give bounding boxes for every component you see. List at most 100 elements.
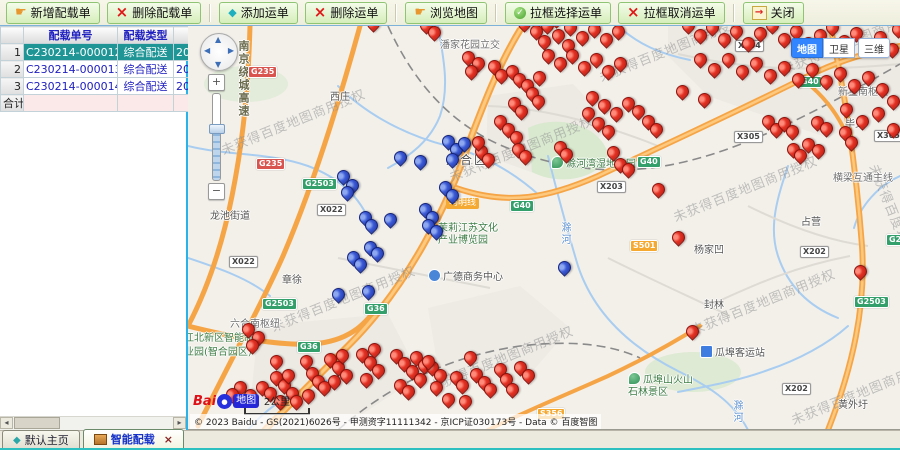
- tab-close-icon[interactable]: ×: [164, 434, 173, 445]
- load-sheet-no-cell[interactable]: C230214-000012: [24, 44, 118, 61]
- marker-blue[interactable]: [555, 258, 573, 276]
- row-number-cell: 2: [1, 61, 24, 78]
- scrollbar-thumb[interactable]: [14, 417, 60, 429]
- toolbar-separator: [733, 4, 735, 22]
- diamond-icon: [13, 433, 21, 446]
- load-sheet-no-cell[interactable]: C230214-000014: [24, 78, 118, 95]
- marker-blue[interactable]: [411, 152, 429, 170]
- toolbar-button-label: 新增配载单: [31, 4, 91, 21]
- zoom-in-button[interactable]: +: [208, 74, 225, 91]
- zoom-track[interactable]: [212, 93, 221, 181]
- marker-red[interactable]: [719, 50, 737, 68]
- load-type-cell[interactable]: 综合配送: [118, 78, 174, 95]
- marker-red[interactable]: [691, 50, 709, 68]
- tab-label: 智能配载: [111, 431, 155, 447]
- toolbar: 新增配载单删除配载单 添加运单删除运单 浏览地图 拉框选择运单拉框取消运单关闭: [0, 0, 900, 26]
- pan-up-icon[interactable]: ▲: [215, 35, 221, 44]
- marker-red[interactable]: [733, 62, 751, 80]
- marker-blue[interactable]: [329, 285, 347, 303]
- marker-red[interactable]: [705, 60, 723, 78]
- hand-icon: [414, 6, 426, 19]
- toolbar-button-delete-waybill[interactable]: 删除运单: [305, 2, 388, 24]
- toolbar-button-delete-load-sheet[interactable]: 删除配载单: [107, 2, 202, 24]
- marker-red[interactable]: [889, 26, 900, 39]
- marker-red[interactable]: [461, 348, 479, 366]
- add-waybill-icon: [228, 6, 236, 19]
- toolbar-button-box-unselect-waybill[interactable]: 拉框取消运单: [618, 2, 725, 24]
- map-scale: 2公里: [244, 393, 310, 415]
- scroll-right-icon[interactable]: ▸: [173, 417, 186, 429]
- table-row[interactable]: 2C230214-000013综合配送202: [1, 61, 200, 78]
- delete-icon: [116, 7, 129, 19]
- zoom-slider-handle[interactable]: [209, 124, 225, 134]
- table-row[interactable]: 3C230214-000014综合配送202: [1, 78, 200, 95]
- select-check-icon: [514, 7, 526, 19]
- marker-blue[interactable]: [359, 282, 377, 300]
- toolbar-button-add-load-sheet[interactable]: 新增配载单: [6, 2, 100, 24]
- marker-red[interactable]: [851, 262, 869, 280]
- marker-red[interactable]: [456, 392, 474, 410]
- toolbar-separator: [495, 4, 497, 22]
- toolbar-button-box-select-waybill[interactable]: 拉框选择运单: [505, 2, 611, 24]
- marker-red[interactable]: [775, 58, 793, 76]
- toolbar-button-add-waybill[interactable]: 添加运单: [219, 2, 297, 24]
- panel-horizontal-scrollbar[interactable]: ◂ ▸: [0, 416, 186, 430]
- map-copyright: © 2023 Baidu - GS(2021)6026号 - 甲测资字11111…: [190, 414, 601, 429]
- toolbar-button-close[interactable]: 关闭: [743, 2, 804, 24]
- footer-cell: [24, 95, 118, 112]
- marker-red[interactable]: [803, 60, 821, 78]
- map-canvas[interactable]: 未获得百度地图商用授权未获得百度地图商用授权未获得百度地图商用授权未获得百度地图…: [188, 26, 900, 430]
- marker-red[interactable]: [837, 100, 855, 118]
- map-zoom-slider[interactable]: + −: [208, 74, 225, 200]
- app-window: 新增配载单删除配载单 添加运单删除运单 浏览地图 拉框选择运单拉框取消运单关闭 配载单…: [0, 0, 900, 450]
- pan-right-icon[interactable]: ▶: [228, 46, 234, 55]
- column-header[interactable]: 配载单号: [24, 27, 118, 44]
- scroll-left-icon[interactable]: ◂: [0, 417, 13, 429]
- marker-red[interactable]: [683, 322, 701, 340]
- toolbar-button-browse-map[interactable]: 浏览地图: [405, 2, 487, 24]
- marker-red[interactable]: [884, 92, 900, 110]
- marker-red[interactable]: [884, 120, 900, 138]
- marker-red[interactable]: [364, 26, 382, 33]
- marker-red[interactable]: [859, 68, 877, 86]
- pan-down-icon[interactable]: ▼: [215, 60, 221, 69]
- table-row[interactable]: 1C230214-000012综合配送202: [1, 44, 200, 61]
- tab-默认主页[interactable]: 默认主页: [2, 430, 80, 448]
- marker-red[interactable]: [673, 82, 691, 100]
- toolbar-button-label: 添加运单: [241, 4, 289, 21]
- marker-blue[interactable]: [381, 210, 399, 228]
- marker-red[interactable]: [439, 390, 457, 408]
- map-type-卫星[interactable]: 卫星: [823, 38, 855, 58]
- marker-red[interactable]: [853, 112, 871, 130]
- load-sheet-panel: 配载单号配载类型1C230214-000012综合配送2022C230214-0…: [0, 26, 188, 430]
- marker-red[interactable]: [669, 228, 687, 246]
- toolbar-button-label: 浏览地图: [430, 4, 478, 21]
- pan-left-icon[interactable]: ◀: [204, 46, 210, 55]
- marker-red[interactable]: [267, 352, 285, 370]
- marker-red[interactable]: [831, 64, 849, 82]
- load-type-cell[interactable]: 综合配送: [118, 61, 174, 78]
- map-marker-layer: [188, 26, 900, 430]
- marker-blue[interactable]: [391, 148, 409, 166]
- load-sheet-table: 配载单号配载类型1C230214-000012综合配送2022C230214-0…: [0, 26, 200, 112]
- marker-red[interactable]: [817, 72, 835, 90]
- load-type-cell[interactable]: 综合配送: [118, 44, 174, 61]
- marker-red[interactable]: [761, 66, 779, 84]
- scale-label: 2公里: [264, 397, 290, 408]
- marker-red[interactable]: [649, 180, 667, 198]
- marker-red[interactable]: [695, 90, 713, 108]
- map-pan-control[interactable]: ▲ ▼ ◀ ▶: [200, 33, 238, 71]
- zoom-out-button[interactable]: −: [208, 183, 225, 200]
- marker-red[interactable]: [869, 104, 887, 122]
- load-sheet-no-cell[interactable]: C230214-000013: [24, 61, 118, 78]
- map-type-地图[interactable]: 地图: [791, 38, 823, 58]
- marker-red[interactable]: [789, 70, 807, 88]
- marker-red[interactable]: [845, 76, 863, 94]
- map-type-三维[interactable]: 三维: [858, 38, 890, 58]
- delete-icon: [627, 7, 640, 19]
- column-header[interactable]: 配载类型: [118, 27, 174, 44]
- marker-red[interactable]: [747, 54, 765, 72]
- toolbar-separator: [395, 4, 397, 22]
- exit-icon: [752, 6, 767, 20]
- tab-智能配载[interactable]: 智能配载 ×: [83, 429, 184, 448]
